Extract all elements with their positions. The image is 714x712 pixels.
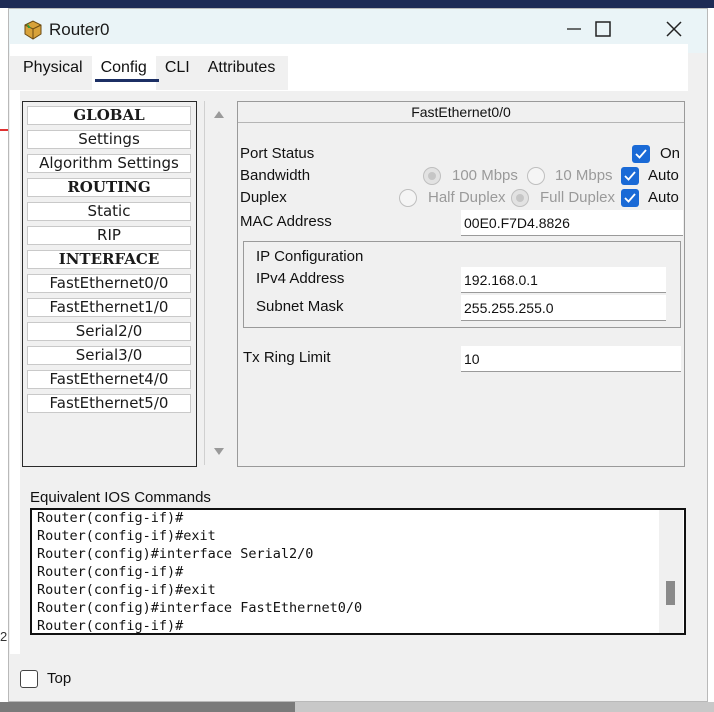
- console-line: Router(config-if)#exit: [37, 528, 216, 544]
- scroll-down-icon[interactable]: [214, 448, 224, 455]
- ipv4-address-field[interactable]: 192.168.0.1: [461, 267, 666, 293]
- tab-cli[interactable]: CLI: [156, 56, 199, 90]
- console-line: Router(config-if)#exit: [37, 582, 216, 598]
- mac-address-field[interactable]: 00E0.F7D4.8826: [461, 210, 683, 236]
- config-nav-list: GLOBAL Settings Algorithm Settings ROUTI…: [22, 101, 197, 467]
- nav-item-serial3-0[interactable]: Serial3/0: [27, 346, 191, 365]
- interface-title: FastEthernet0/0: [238, 102, 684, 123]
- bandwidth-100-label: 100 Mbps: [452, 167, 518, 184]
- tab-label: Physical: [23, 59, 83, 76]
- nav-item-settings[interactable]: Settings: [27, 130, 191, 149]
- checkmark-icon: [624, 193, 636, 203]
- bandwidth-10-label: 10 Mbps: [555, 167, 613, 184]
- top-checkbox[interactable]: [20, 670, 38, 688]
- router-icon: [22, 19, 44, 40]
- top-label: Top: [47, 670, 72, 687]
- tx-ring-limit-field[interactable]: 10: [461, 346, 681, 372]
- nav-header-interface: INTERFACE: [27, 250, 191, 269]
- desktop-top-strip: [0, 0, 714, 8]
- ipv4-address-label: IPv4 Address: [256, 270, 345, 287]
- mac-address-label: MAC Address: [240, 213, 332, 230]
- ios-commands-console[interactable]: Router(config-if)# Router(config-if)#exi…: [30, 508, 686, 635]
- tab-attributes[interactable]: Attributes: [199, 56, 289, 90]
- desktop-bottom-strip: [0, 702, 295, 712]
- nav-item-fastethernet0-0[interactable]: FastEthernet0/0: [27, 274, 191, 293]
- console-line: Router(config-if)#: [37, 510, 184, 526]
- full-duplex-label: Full Duplex: [540, 189, 616, 206]
- maximize-button[interactable]: [573, 9, 633, 49]
- bandwidth-10-radio[interactable]: [527, 167, 545, 185]
- half-duplex-label: Half Duplex: [428, 189, 506, 206]
- checkmark-icon: [635, 149, 647, 159]
- tab-bar: Physical Config CLI Attributes: [10, 56, 289, 90]
- console-scrollbar[interactable]: [659, 510, 683, 633]
- half-duplex-radio[interactable]: [399, 189, 417, 207]
- full-duplex-radio[interactable]: [511, 189, 529, 207]
- maximize-icon: [595, 21, 611, 37]
- console-lines: Router(config-if)# Router(config-if)#exi…: [37, 510, 363, 634]
- nav-item-fastethernet5-0[interactable]: FastEthernet5/0: [27, 394, 191, 413]
- port-on-checkbox[interactable]: [632, 145, 650, 163]
- nav-item-serial2-0[interactable]: Serial2/0: [27, 322, 191, 341]
- bandwidth-100-radio[interactable]: [423, 167, 441, 185]
- console-line: Router(config-if)#: [37, 564, 184, 580]
- tab-config[interactable]: Config: [91, 56, 159, 90]
- bandwidth-label: Bandwidth: [240, 167, 311, 184]
- ip-configuration-label: IP Configuration: [256, 248, 364, 265]
- nav-header-global: GLOBAL: [27, 106, 191, 125]
- nav-item-static[interactable]: Static: [27, 202, 191, 221]
- bandwidth-auto-label: Auto: [648, 167, 679, 184]
- desktop-bottom-strip-right: [295, 702, 714, 712]
- nav-header-routing: ROUTING: [27, 178, 191, 197]
- ios-commands-label: Equivalent IOS Commands: [30, 489, 211, 506]
- tab-physical[interactable]: Physical: [10, 56, 92, 90]
- subnet-mask-field[interactable]: 255.255.255.0: [461, 295, 666, 321]
- scroll-up-icon[interactable]: [214, 111, 224, 118]
- close-icon: [666, 21, 682, 37]
- tx-ring-limit-label: Tx Ring Limit: [243, 349, 331, 366]
- nav-item-algorithm-settings[interactable]: Algorithm Settings: [27, 154, 191, 173]
- console-line: Router(config)#interface Serial2/0: [37, 546, 314, 562]
- nav-scrollbar[interactable]: [204, 101, 232, 465]
- active-tab-underline: [94, 79, 159, 82]
- subnet-mask-label: Subnet Mask: [256, 298, 344, 315]
- close-button[interactable]: [644, 9, 704, 49]
- desktop-edge-text: 2: [0, 629, 8, 644]
- tab-label: Attributes: [207, 59, 276, 76]
- console-line: Router(config)#interface FastEthernet0/0: [37, 600, 363, 616]
- port-status-label: Port Status: [240, 145, 315, 162]
- console-line: Router(config-if)#: [37, 618, 184, 634]
- window-title: Router0: [49, 20, 110, 39]
- console-scroll-thumb[interactable]: [666, 581, 675, 605]
- nav-item-rip[interactable]: RIP: [27, 226, 191, 245]
- checkmark-icon: [624, 171, 636, 181]
- bandwidth-auto-checkbox[interactable]: [621, 167, 639, 185]
- tab-label: Config: [100, 59, 147, 76]
- duplex-label: Duplex: [240, 189, 287, 206]
- port-on-label: On: [660, 145, 681, 162]
- duplex-auto-checkbox[interactable]: [621, 189, 639, 207]
- duplex-auto-label: Auto: [648, 189, 679, 206]
- nav-item-fastethernet1-0[interactable]: FastEthernet1/0: [27, 298, 191, 317]
- tab-label: CLI: [164, 59, 190, 76]
- desktop-link-line: [0, 129, 8, 131]
- nav-item-fastethernet4-0[interactable]: FastEthernet4/0: [27, 370, 191, 389]
